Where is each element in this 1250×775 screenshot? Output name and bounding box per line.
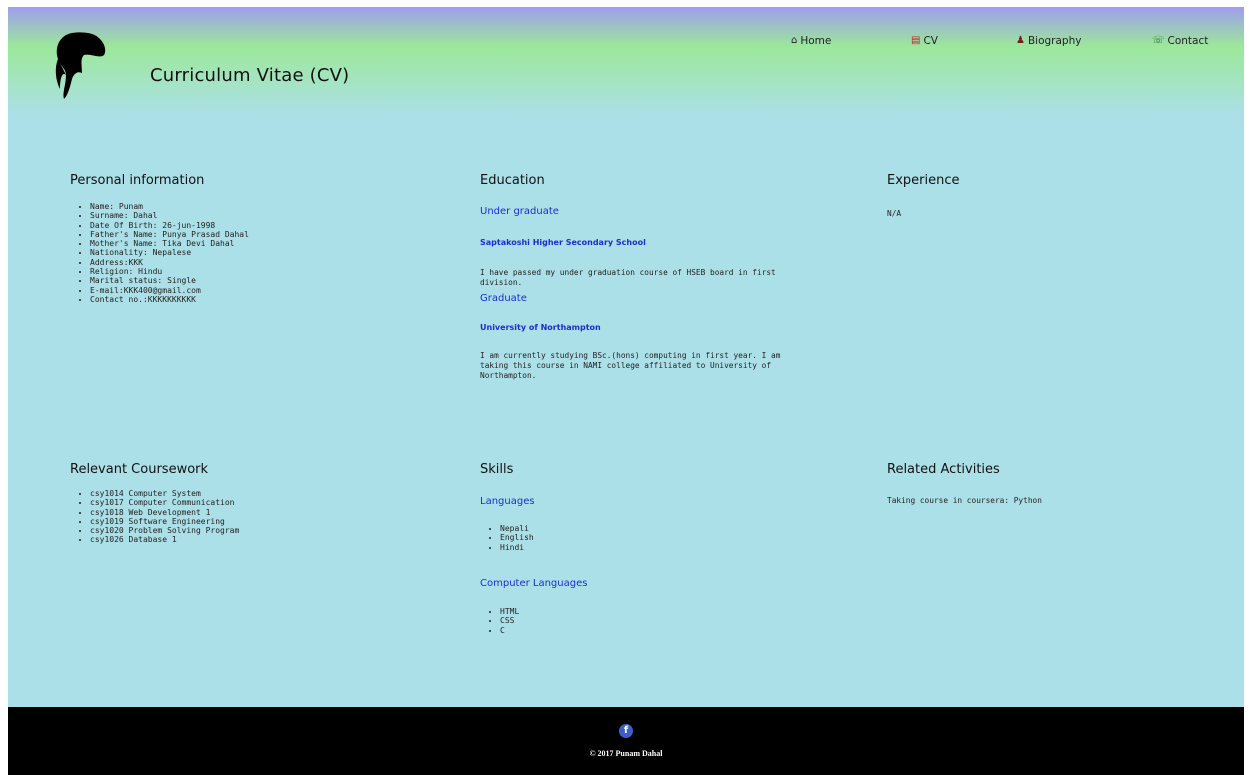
coursework-heading: Relevant Coursework [70,462,209,477]
list-item: csy1026 Database 1 [90,535,410,544]
list-item: E-mail:KKK400@gmail.com [90,286,410,295]
list-item: Religion: Hindu [90,267,410,276]
activities-text: Taking course in coursera: Python [887,496,1042,505]
list-item: Contact no.:KKKKKKKKKK [90,295,410,304]
activities-heading: Related Activities [887,462,1000,477]
experience-text: N/A [887,209,902,218]
undergrad-heading: Under graduate [480,206,559,217]
list-item: Address:KKK [90,258,410,267]
list-item: Mother's Name: Tika Devi Dahal [90,239,410,248]
undergrad-school: Saptakoshi Higher Secondary School [480,238,646,247]
list-item: csy1017 Computer Communication [90,498,410,507]
experience-heading: Experience [887,173,960,188]
person-icon: ♟ [1016,35,1025,46]
site-title: Curriculum Vitae (CV) [150,65,350,86]
list-item: English [500,533,534,542]
list-item: CSS [500,616,519,625]
personal-section: Personal information Name: Punam Surname… [70,173,410,304]
coursework-list: csy1014 Computer System csy1017 Computer… [70,489,410,545]
languages-heading: Languages [480,496,535,507]
experience-section: Experience N/A [887,173,1227,218]
home-icon: ⌂ [791,35,798,46]
list-item: HTML [500,607,519,616]
phone-icon: ☏ [1152,35,1165,46]
grad-school: University of Northampton [480,323,601,332]
skills-section: Skills Languages Nepali English Hindi Co… [480,462,820,662]
list-item: Name: Punam [90,202,410,211]
list-item: Nationality: Nepalese [90,248,410,257]
nav-home[interactable]: ⌂ Home [791,35,831,47]
undergrad-text: I have passed my under graduation course… [480,268,776,287]
personal-heading: Personal information [70,173,205,188]
list-item: csy1014 Computer System [90,489,410,498]
list-item: Father's Name: Punya Prasad Dahal [90,230,410,239]
nav-cv-label: CV [923,35,938,47]
list-item: Surname: Dahal [90,211,410,220]
list-item: csy1020 Problem Solving Program [90,526,410,535]
nav-contact-label: Contact [1167,35,1209,47]
nav-biography[interactable]: ♟ Biography [1016,35,1081,47]
list-item: csy1019 Software Engineering [90,517,410,526]
list-item: Hindi [500,543,534,552]
footer: f © 2017 Punam Dahal [8,707,1244,775]
computer-languages-heading: Computer Languages [480,578,588,589]
languages-list: Nepali English Hindi [480,524,534,552]
list-item: Date Of Birth: 26-jun-1998 [90,221,410,230]
nav-contact[interactable]: ☏ Contact [1152,35,1208,47]
list-item: csy1018 Web Development 1 [90,508,410,517]
page: Curriculum Vitae (CV) ⌂ Home ▤ CV ♟ Biog… [8,7,1244,775]
list-item: Marital status: Single [90,276,410,285]
facebook-icon[interactable]: f [619,724,633,738]
document-icon: ▤ [911,35,921,46]
nav-home-label: Home [800,35,832,47]
education-heading: Education [480,173,545,188]
activities-section: Related Activities Taking course in cour… [887,462,1227,505]
computer-languages-list: HTML CSS C [480,607,519,635]
list-item: Nepali [500,524,534,533]
coursework-section: Relevant Coursework csy1014 Computer Sys… [70,462,410,545]
grad-heading: Graduate [480,293,527,304]
header: Curriculum Vitae (CV) ⌂ Home ▤ CV ♟ Biog… [8,7,1244,117]
logo-silhouette-icon [55,32,106,99]
education-section: Education Under graduate Saptakoshi High… [480,173,820,403]
list-item: C [500,626,519,635]
grad-text: I am currently studying BSc.(hons) compu… [480,351,781,380]
nav-biography-label: Biography [1027,35,1082,47]
skills-heading: Skills [480,462,514,477]
copyright: © 2017 Punam Dahal [589,749,663,758]
nav-cv[interactable]: ▤ CV [911,35,938,47]
personal-list: Name: Punam Surname: Dahal Date Of Birth… [70,202,410,304]
